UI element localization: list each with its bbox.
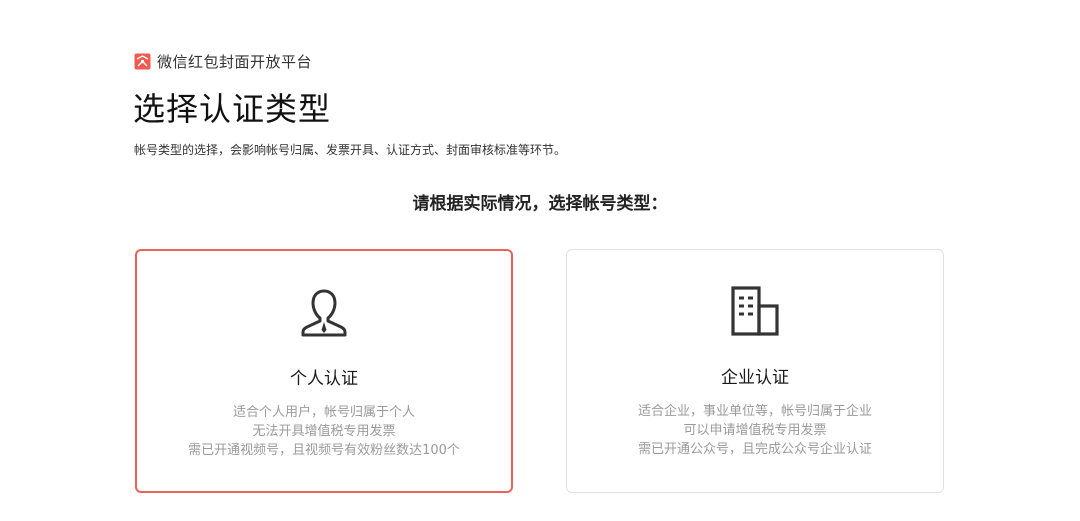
- page-description: 帐号类型的选择，会影响帐号归属、发票开具、认证方式、封面审核标准等环节。: [134, 143, 567, 157]
- card-title: 个人认证: [290, 369, 358, 389]
- red-envelope-icon: [134, 53, 151, 70]
- card-line: 需已开通视频号，且视频号有效粉丝数达100个: [188, 443, 460, 458]
- selection-prompt: 请根据实际情况，选择帐号类型：: [412, 194, 668, 214]
- brand[interactable]: 微信红包封面开放平台: [134, 51, 312, 71]
- page: 微信红包封面开放平台 选择认证类型 帐号类型的选择，会影响帐号归属、发票开具、认…: [0, 0, 1080, 521]
- building-icon: [727, 284, 783, 340]
- card-line: 需已开通公众号，且完成公众号企业认证: [637, 442, 872, 457]
- card-title: 企业认证: [721, 368, 789, 388]
- card-description: 适合企业，事业单位等，帐号归属于企业 可以申请增值税专用发票 需已开通公众号，且…: [567, 402, 943, 459]
- card-description: 适合个人用户，帐号归属于个人 无法开具增值税专用发票 需已开通视频号，且视频号有…: [137, 403, 511, 460]
- brand-name: 微信红包封面开放平台: [157, 52, 313, 71]
- card-line: 适合个人用户，帐号归属于个人: [232, 405, 415, 420]
- personal-certification-card[interactable]: 个人认证 适合个人用户，帐号归属于个人 无法开具增值税专用发票 需已开通视频号，…: [135, 249, 513, 493]
- card-line: 适合企业，事业单位等，帐号归属于企业: [637, 404, 872, 419]
- card-line: 无法开具增值税专用发票: [252, 424, 396, 439]
- page-title: 选择认证类型: [133, 90, 332, 128]
- person-icon: [296, 285, 352, 341]
- card-line: 可以申请增值税专用发票: [683, 423, 827, 438]
- enterprise-certification-card[interactable]: 企业认证 适合企业，事业单位等，帐号归属于企业 可以申请增值税专用发票 需已开通…: [566, 249, 944, 493]
